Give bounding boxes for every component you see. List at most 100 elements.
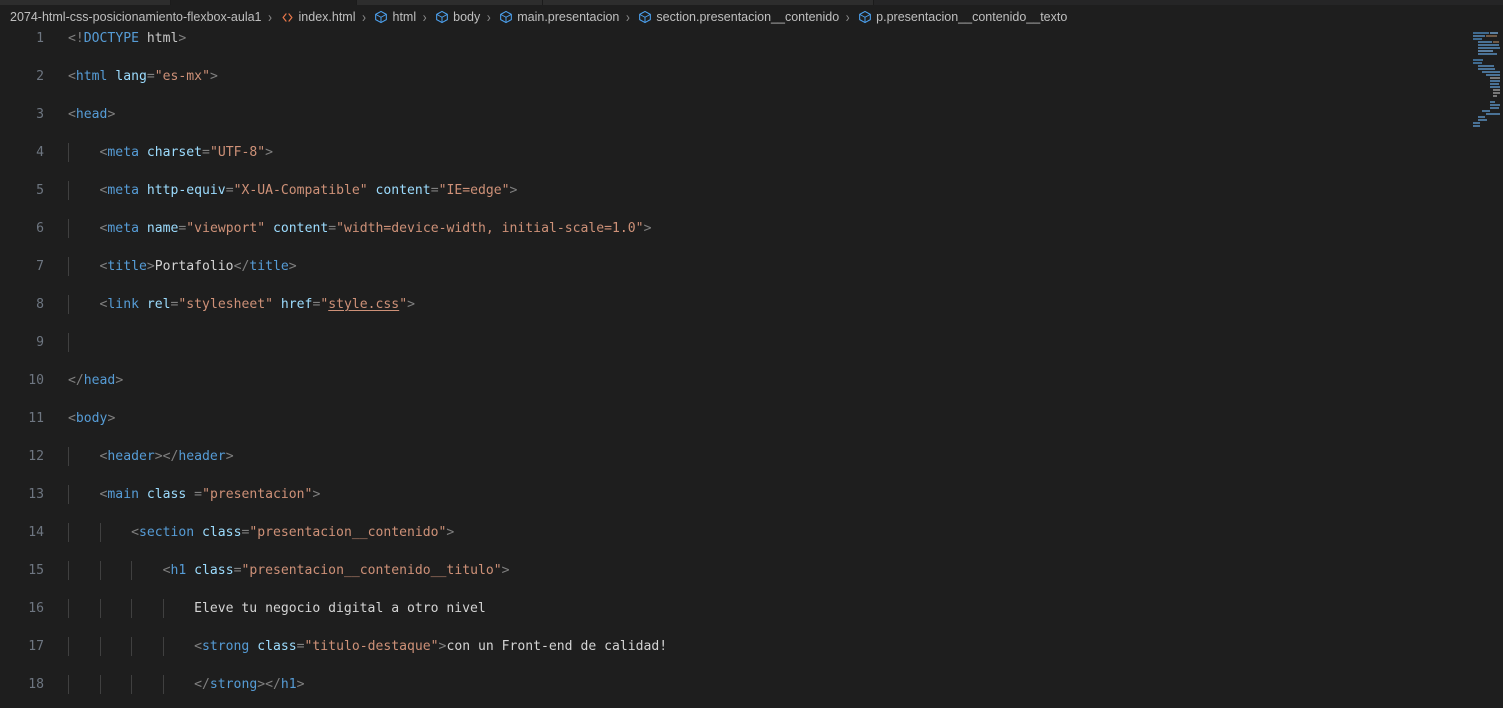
code-line[interactable]: 17 <strong class="titulo-destaque">con u… — [0, 637, 1503, 656]
line-content: <html lang="es-mx"> — [68, 67, 218, 86]
line-content: <main class ="presentacion"> — [68, 485, 321, 504]
code-token: "width=device-width, initial-scale=1.0" — [336, 221, 644, 236]
minimap-segment — [1473, 125, 1480, 127]
line-number: 13 — [28, 487, 44, 502]
code-token: title — [107, 259, 147, 274]
code-token: < — [68, 487, 108, 502]
minimap-segment — [1473, 59, 1483, 61]
code-token: ></ — [154, 449, 179, 464]
code-token: </ — [68, 373, 84, 388]
code-token: < — [68, 69, 76, 84]
breadcrumb-item-6[interactable]: p.presentacion__contenido__texto — [855, 6, 1068, 28]
code-token: link — [107, 297, 139, 312]
code-token: main — [107, 487, 139, 502]
symbol-field-icon — [497, 9, 514, 25]
code-token: < — [68, 639, 203, 654]
breadcrumb-item-1[interactable]: index.html — [278, 6, 357, 28]
code-editor[interactable]: 1 <!DOCTYPE html> 2 <html lang="es-mx"> 3 <he… — [0, 29, 1503, 708]
breadcrumb-item-3[interactable]: body — [432, 6, 481, 28]
code-token: "titulo-destaque" — [304, 639, 439, 654]
code-token: "stylesheet" — [178, 297, 274, 312]
html-file-icon — [279, 9, 296, 25]
code-line[interactable]: 16 Eleve tu negocio digital a otro nivel — [0, 599, 1503, 618]
code-token: > — [265, 145, 274, 160]
code-token: title — [249, 259, 289, 274]
code-token: = — [296, 639, 305, 654]
breadcrumb-item-2[interactable]: html — [372, 6, 418, 28]
code-token: content — [273, 221, 329, 236]
code-token: = — [225, 183, 234, 198]
symbol-field-icon — [373, 9, 390, 25]
code-line[interactable]: 13 <main class ="presentacion"> — [0, 485, 1503, 504]
line-content: <title>Portafolio</title> — [68, 257, 297, 276]
line-content: <meta name="viewport" content="width=dev… — [68, 219, 652, 238]
code-token: strong — [209, 677, 258, 692]
code-line[interactable]: 10 </head> — [0, 371, 1503, 390]
code-line[interactable]: 3 <head> — [0, 105, 1503, 124]
code-line[interactable]: 9 — [0, 333, 1503, 352]
breadcrumb[interactable]: 2074-html-css-posicionamiento-flexbox-au… — [0, 5, 1503, 29]
code-lines: 1 <!DOCTYPE html> 2 <html lang="es-mx"> 3 <he… — [0, 29, 1503, 694]
minimap-segment — [1478, 119, 1487, 121]
code-token: = — [146, 69, 155, 84]
line-number: 7 — [36, 259, 44, 274]
editor-overview-ruler[interactable] — [1489, 29, 1503, 708]
code-token: h1 — [280, 677, 297, 692]
code-line[interactable]: 11 <body> — [0, 409, 1503, 428]
code-token: meta — [107, 221, 139, 236]
line-number: 3 — [36, 107, 44, 122]
code-token: = — [194, 487, 203, 502]
code-line[interactable]: 7 <title>Portafolio</title> — [0, 257, 1503, 276]
code-token: > — [178, 31, 187, 46]
code-line[interactable]: 6 <meta name="viewport" content="width=d… — [0, 219, 1503, 238]
line-number: 10 — [28, 373, 44, 388]
code-token: > — [509, 183, 518, 198]
code-line[interactable]: 2 <html lang="es-mx"> — [0, 67, 1503, 86]
breadcrumb-item-label: section.presentacion__contenido — [656, 10, 840, 24]
code-line[interactable]: 1 <!DOCTYPE html> — [0, 29, 1503, 48]
code-token: = — [202, 145, 210, 160]
line-number: 9 — [36, 335, 44, 350]
breadcrumb-item-5[interactable]: section.presentacion__contenido — [635, 6, 840, 28]
line-number: 6 — [36, 221, 44, 236]
line-content: Eleve tu negocio digital a otro nivel — [68, 599, 486, 618]
code-token: > — [146, 259, 155, 274]
code-token: = — [328, 221, 337, 236]
code-line[interactable]: 4 <meta charset="UTF-8"> — [0, 143, 1503, 162]
breadcrumb-item-0[interactable]: 2074-html-css-posicionamiento-flexbox-au… — [9, 6, 263, 28]
code-line[interactable]: 15 <h1 class="presentacion__contenido__t… — [0, 561, 1503, 580]
code-token: < — [68, 449, 108, 464]
code-line[interactable]: 14 <section class="presentacion__conteni… — [0, 523, 1503, 542]
code-line[interactable]: 8 <link rel="stylesheet" href="style.css… — [0, 295, 1503, 314]
code-token: < — [68, 221, 108, 236]
code-token: html — [138, 31, 179, 46]
code-token: h1 — [170, 563, 187, 578]
code-token: > — [407, 297, 415, 312]
code-token: < — [68, 411, 76, 426]
code-token: "es-mx" — [154, 69, 210, 84]
code-token: body — [75, 411, 108, 426]
code-token: "X-UA-Compatible" — [233, 183, 368, 198]
symbol-field-icon — [636, 9, 653, 25]
breadcrumb-item-label: html — [392, 10, 417, 24]
breadcrumb-item-4[interactable]: main.presentacion — [496, 6, 620, 28]
code-token: "presentacion__contenido__titulo" — [241, 563, 502, 578]
code-token: html — [75, 69, 108, 84]
code-token: "presentacion" — [202, 487, 313, 502]
code-token: </ — [68, 677, 210, 692]
code-token: class — [257, 639, 297, 654]
code-line[interactable]: 12 <header></header> — [0, 447, 1503, 466]
code-line[interactable]: 18 </strong></h1> — [0, 675, 1503, 694]
line-number: 5 — [36, 183, 44, 198]
code-token: = — [430, 183, 439, 198]
code-line[interactable]: 5 <meta http-equiv="X-UA-Compatible" con… — [0, 181, 1503, 200]
line-number: 1 — [36, 31, 44, 46]
code-token: head — [75, 107, 108, 122]
code-token: Portafolio — [154, 259, 234, 274]
